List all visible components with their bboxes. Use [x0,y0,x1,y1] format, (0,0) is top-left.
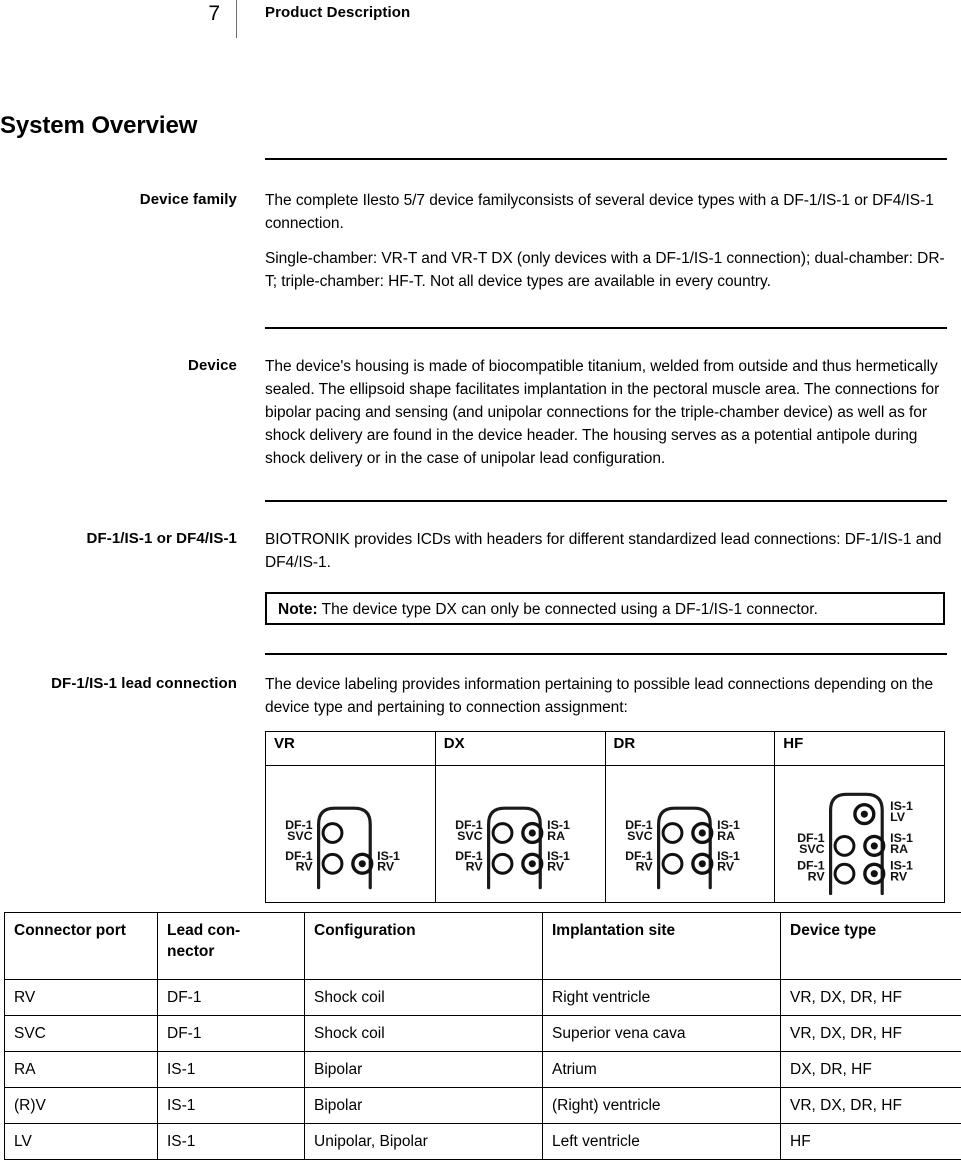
cell-configuration: Unipolar, Bipolar [305,1124,543,1160]
paragraph: The complete Ilesto 5/7 device familycon… [265,189,949,235]
diagram-cell-dx: DF-1 SVC DF-1 RV IS-1 RA IS-1 RV [435,766,605,903]
cell-lead-connector: IS-1 [158,1124,305,1160]
side-label-lead-connection: DF-1/IS-1 lead connection [0,674,237,694]
cell-device-type: VR, DX, DR, HF [781,1016,961,1052]
header-line-2: nector [167,943,214,960]
section-rule-top [265,158,947,160]
cell-implantation-site: Left ventricle [543,1124,781,1160]
paragraph: BIOTRONIK provides ICDs with headers for… [265,528,949,574]
table-row: RV DF-1 Shock coil Right ventricle VR, D… [5,980,961,1016]
table-row: RA IS-1 Bipolar Atrium DX, DR, HF [5,1052,961,1088]
header-chapter-title: Product Description [265,4,410,21]
column-header-implantation-site: Implantation site [543,913,781,980]
side-label-device: Device [0,356,237,376]
svg-text:RV: RV [465,860,483,874]
cell-configuration: Shock coil [305,980,543,1016]
cell-configuration: Bipolar [305,1088,543,1124]
cell-configuration: Bipolar [305,1052,543,1088]
cell-connector-port: RV [5,980,158,1016]
header-divider-rule [236,0,237,38]
cell-lead-connector: DF-1 [158,1016,305,1052]
side-label-connector-standards: DF-1/IS-1 or DF4/IS-1 [0,529,237,549]
svg-text:SVC: SVC [457,829,483,843]
page-title: System Overview [0,112,197,140]
cell-implantation-site: Right ventricle [543,980,781,1016]
cell-lead-connector: DF-1 [158,980,305,1016]
svg-text:RV: RV [296,860,314,874]
svg-text:SVC: SVC [799,842,825,856]
cell-device-type: VR, DX, DR, HF [781,980,961,1016]
connector-header-diagram-dx: DF-1 SVC DF-1 RV IS-1 RA IS-1 RV [436,766,605,902]
table-row: DF-1 SVC DF-1 RV IS-1 RV [266,766,945,903]
table-header-row: Connector port Lead con-nector Configura… [5,913,961,980]
section-body-lead-connection: The device labeling provides information… [265,673,949,719]
svg-text:RV: RV [635,860,653,874]
column-header-connector-port: Connector port [5,913,158,980]
note-text: Note: The device type DX can only be con… [278,599,818,620]
connector-header-diagram-dr: DF-1 SVC DF-1 RV IS-1 RA IS-1 RV [606,766,775,902]
column-header-configuration: Configuration [305,913,543,980]
section-body-device: The device's housing is made of biocompa… [265,355,949,470]
svg-text:SVC: SVC [627,829,653,843]
cell-device-type: VR, DX, DR, HF [781,1088,961,1124]
table-row: SVC DF-1 Shock coil Superior vena cava V… [5,1016,961,1052]
table-header-row: VR DX DR HF [266,732,945,766]
column-header-hf: HF [775,732,945,766]
svg-text:RV: RV [808,870,826,884]
section-body-connector-standards: BIOTRONIK provides ICDs with headers for… [265,528,949,574]
device-header-diagram-table: VR DX DR HF DF-1 SVC DF-1 [265,731,945,903]
column-header-lead-connector: Lead con-nector [158,913,305,980]
cell-device-type: HF [781,1124,961,1160]
cell-connector-port: RA [5,1052,158,1088]
section-rule-after-device [265,500,947,502]
column-header-device-type: Device type [781,913,961,980]
table-row: (R)V IS-1 Bipolar (Right) ventricle VR, … [5,1088,961,1124]
cell-implantation-site: Superior vena cava [543,1016,781,1052]
column-header-dx: DX [435,732,605,766]
page-number: 7 [150,2,220,26]
table-row: LV IS-1 Unipolar, Bipolar Left ventricle… [5,1124,961,1160]
side-label-device-family: Device family [0,190,237,210]
cell-lead-connector: IS-1 [158,1052,305,1088]
section-rule-after-connectors [265,653,947,655]
connector-header-diagram-vr: DF-1 SVC DF-1 RV IS-1 RV [266,766,435,902]
column-header-vr: VR [266,732,436,766]
cell-implantation-site: (Right) ventricle [543,1088,781,1124]
cell-configuration: Shock coil [305,1016,543,1052]
note-label: Note: [278,601,318,618]
header-line-1: Lead con- [167,922,240,939]
svg-text:RA: RA [717,829,735,843]
diagram-cell-hf: DF-1 SVC DF-1 RV IS-1 LV IS-1 RA IS-1 RV [775,766,945,903]
diagram-cell-dr: DF-1 SVC DF-1 RV IS-1 RA IS-1 RV [605,766,775,903]
note-body: The device type DX can only be connected… [318,601,818,618]
column-header-dr: DR [605,732,775,766]
paragraph: The device labeling provides information… [265,673,949,719]
paragraph: The device's housing is made of biocompa… [265,355,949,470]
svg-text:RA: RA [890,842,908,856]
section-rule-after-device-family [265,327,947,329]
svg-text:LV: LV [890,810,906,824]
diagram-cell-vr: DF-1 SVC DF-1 RV IS-1 RV [266,766,436,903]
cell-connector-port: (R)V [5,1088,158,1124]
running-header: 7 Product Description [0,0,961,46]
svg-text:SVC: SVC [287,829,313,843]
cell-lead-connector: IS-1 [158,1088,305,1124]
svg-text:RV: RV [717,860,735,874]
cell-device-type: DX, DR, HF [781,1052,961,1088]
cell-implantation-site: Atrium [543,1052,781,1088]
note-box: Note: The device type DX can only be con… [265,592,945,625]
svg-text:RV: RV [547,860,565,874]
connector-port-table: Connector port Lead con-nector Configura… [4,912,961,1160]
connector-header-diagram-hf: DF-1 SVC DF-1 RV IS-1 LV IS-1 RA IS-1 RV [775,766,944,902]
paragraph: Single-chamber: VR-T and VR-T DX (only d… [265,247,949,293]
svg-text:RV: RV [377,860,395,874]
svg-text:RV: RV [890,870,908,884]
cell-connector-port: SVC [5,1016,158,1052]
svg-text:RA: RA [547,829,565,843]
section-body-device-family: The complete Ilesto 5/7 device familycon… [265,189,949,293]
cell-connector-port: LV [5,1124,158,1160]
